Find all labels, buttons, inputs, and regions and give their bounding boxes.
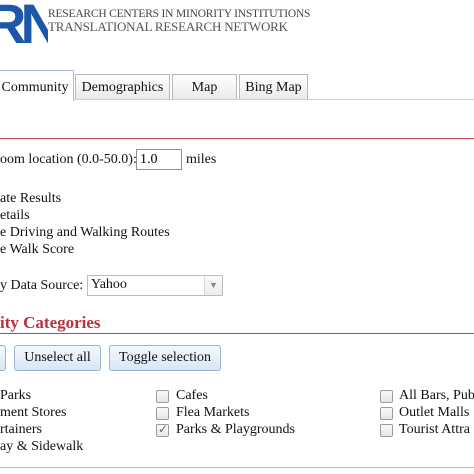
select-all-button[interactable] (0, 345, 6, 371)
unselect-all-button[interactable]: Unselect all (14, 345, 101, 371)
category-label-all-bars[interactable]: All Bars, Pub (399, 388, 474, 404)
option-aggregate-results[interactable]: ate Results (0, 190, 61, 207)
checkbox-all-bars[interactable] (380, 390, 393, 403)
bottom-divider (0, 467, 474, 468)
option-driving-walking-routes[interactable]: e Driving and Walking Routes (0, 224, 170, 241)
toggle-selection-button[interactable]: Toggle selection (109, 345, 221, 371)
category-label-cafes[interactable]: Cafes (176, 388, 208, 404)
tab-bing-map[interactable]: Bing Map (239, 74, 308, 100)
category-label[interactable]: ment Stores (0, 405, 67, 421)
section-divider (0, 138, 474, 139)
checkbox-parks-playgrounds[interactable] (156, 422, 169, 437)
checkbox-outlet-malls[interactable] (380, 407, 393, 420)
category-label[interactable]: Parks (0, 388, 31, 404)
category-label-flea-markets[interactable]: Flea Markets (176, 405, 249, 421)
option-walk-score[interactable]: e Walk Score (0, 241, 74, 258)
category-label[interactable]: ay & Sidewalk (0, 439, 83, 455)
radius-input[interactable] (136, 149, 182, 170)
radius-label: oom location (0.0-50.0): (0, 152, 137, 167)
checkbox-tourist-attractions[interactable] (380, 424, 393, 437)
tab-demographics[interactable]: Demographics (75, 74, 170, 100)
tab-community[interactable]: Community (0, 70, 74, 101)
checkbox-cafes[interactable] (156, 390, 169, 403)
rcmi-logo-text: RESEARCH CENTERS IN MINORITY INSTITUTION… (48, 8, 310, 34)
rcmi-logo-mark: RN (0, 0, 48, 52)
checkbox-flea-markets[interactable] (156, 407, 169, 420)
category-label-outlet-malls[interactable]: Outlet Malls (399, 405, 469, 421)
data-source-label: y Data Source: (0, 278, 84, 293)
data-source-select[interactable]: Yahoo ▼ (87, 275, 223, 296)
data-source-selected: Yahoo (91, 277, 127, 292)
logo-line-2: TRANSLATIONAL RESEARCH NETWORK (48, 19, 288, 34)
category-label-parks-playgrounds[interactable]: Parks & Playgrounds (176, 422, 295, 438)
chevron-down-icon[interactable]: ▼ (204, 276, 222, 295)
radius-unit: miles (186, 152, 217, 167)
category-label[interactable]: rtainers (0, 422, 42, 438)
categories-heading: ity Categories (0, 313, 101, 332)
categories-divider (0, 333, 474, 334)
category-label-tourist-attractions[interactable]: Tourist Attra (399, 422, 470, 438)
option-details[interactable]: etails (0, 207, 30, 224)
logo-mark-text: RN (0, 0, 48, 52)
tab-bar: Community Demographics Map Bing Map (0, 70, 474, 101)
tab-map[interactable]: Map (172, 74, 237, 100)
